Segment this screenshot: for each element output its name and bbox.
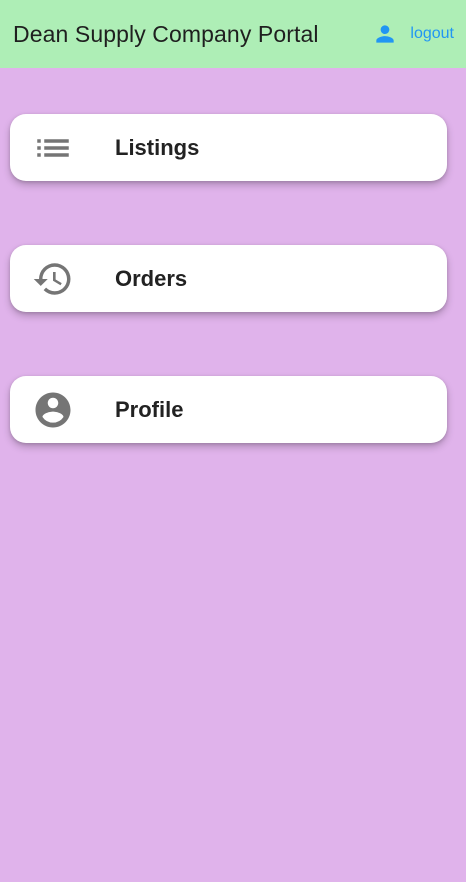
orders-card[interactable]: Orders xyxy=(10,245,447,312)
list-icon xyxy=(32,127,74,169)
orders-label: Orders xyxy=(115,265,188,291)
account-circle-icon xyxy=(32,389,74,431)
app-title: Dean Supply Company Portal xyxy=(13,20,319,47)
logout-button[interactable]: logout xyxy=(372,21,454,47)
profile-label: Profile xyxy=(115,396,184,422)
logout-label: logout xyxy=(410,25,454,42)
history-icon xyxy=(32,258,74,300)
app-bar: Dean Supply Company Portal logout xyxy=(0,0,466,68)
person-icon xyxy=(372,21,398,47)
listings-label: Listings xyxy=(115,134,200,160)
profile-card[interactable]: Profile xyxy=(10,376,447,443)
listings-card[interactable]: Listings xyxy=(10,114,447,181)
